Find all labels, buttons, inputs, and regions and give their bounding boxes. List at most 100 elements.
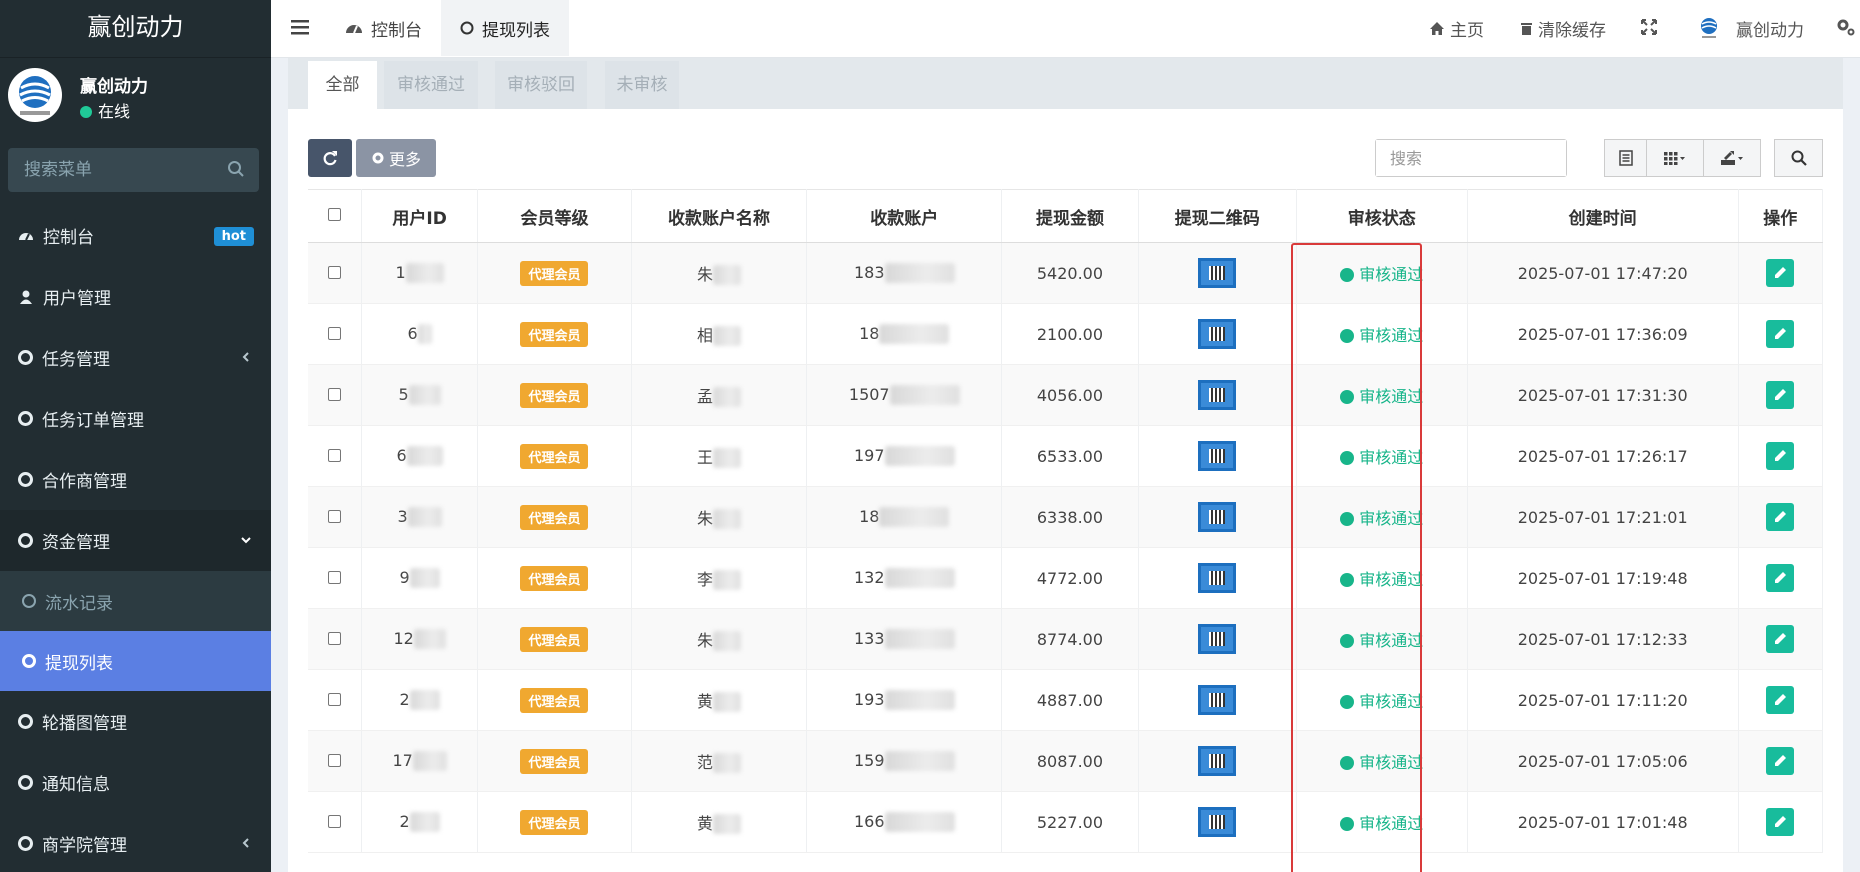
- account-menu[interactable]: 赢创动力: [1697, 0, 1804, 56]
- select-all-checkbox[interactable]: [327, 208, 341, 221]
- qr-code-icon[interactable]: [1198, 624, 1237, 654]
- user-id-cell: 6: [361, 303, 479, 365]
- circle-icon: [460, 21, 474, 35]
- refresh-button[interactable]: [308, 139, 352, 177]
- account-label: 赢创动力: [1736, 20, 1804, 41]
- user-id: 3: [397, 506, 408, 526]
- filter-pending[interactable]: 未审核: [605, 61, 679, 109]
- filter-all[interactable]: 全部: [308, 61, 377, 109]
- edit-button[interactable]: [1766, 625, 1795, 653]
- advanced-search-button[interactable]: [1774, 139, 1823, 177]
- table-row[interactable]: 6 代理会员 相 18 2100.00 审核通过 2025-07-01 17:36:09: [308, 303, 1824, 365]
- brand-title[interactable]: 赢创动力: [0, 0, 271, 58]
- table-row[interactable]: 5 代理会员 孟 1507 4056.00 审核通过 2025-07-01 17:31:30: [308, 364, 1824, 426]
- search-icon[interactable]: [227, 160, 245, 178]
- qr-code-icon[interactable]: [1198, 319, 1237, 349]
- status-badge: 审核通过: [1340, 570, 1423, 589]
- table-row[interactable]: 17 代理会员 范 159 8087.00 审核通过 2025-07-01 17:05:06: [308, 730, 1824, 792]
- col-member-level[interactable]: 会员等级: [477, 189, 632, 243]
- filter-approved[interactable]: 审核通过: [384, 61, 478, 109]
- edit-button[interactable]: [1766, 320, 1795, 348]
- edit-button[interactable]: [1766, 259, 1795, 287]
- table-row[interactable]: 2 代理会员 黄 193 4887.00 审核通过 2025-07-01 17:11:20: [308, 669, 1824, 731]
- table-row[interactable]: 12 代理会员 朱 133 8774.00 审核通过 2025-07-01 17:12:33: [308, 608, 1824, 670]
- qr-code-icon[interactable]: [1198, 441, 1237, 471]
- sidebar-item-transactions[interactable]: 流水记录: [0, 571, 271, 631]
- qr-code-icon[interactable]: [1198, 258, 1237, 288]
- search-input[interactable]: [1376, 140, 1566, 176]
- col-created[interactable]: 创建时间: [1467, 189, 1739, 243]
- home-link[interactable]: 主页: [1429, 0, 1484, 56]
- amount-cell: 6338.00: [1001, 486, 1139, 548]
- sidebar-item-task-orders[interactable]: 任务订单管理: [0, 388, 271, 449]
- row-checkbox[interactable]: [327, 753, 341, 767]
- tab-dashboard[interactable]: 控制台: [345, 0, 422, 56]
- account-cell: 1507: [806, 364, 1003, 426]
- filter-rejected[interactable]: 审核驳回: [495, 61, 587, 109]
- status-badge: 审核通过: [1340, 326, 1423, 345]
- sidebar-item-dashboard[interactable]: 控制台 hot: [0, 205, 271, 266]
- redacted-text: [712, 448, 741, 469]
- menu-search-input[interactable]: [8, 148, 208, 192]
- edit-button[interactable]: [1766, 503, 1795, 531]
- col-qr-code[interactable]: 提现二维码: [1138, 189, 1297, 243]
- col-user-id[interactable]: 用户ID: [361, 189, 479, 243]
- table-row[interactable]: 3 代理会员 朱 18 6338.00 审核通过 2025-07-01 17:21:01: [308, 486, 1824, 548]
- row-checkbox[interactable]: [327, 692, 341, 706]
- table-row[interactable]: 2 代理会员 黄 166 5227.00 审核通过 2025-07-01 17:01:48: [308, 791, 1824, 853]
- row-checkbox[interactable]: [327, 814, 341, 828]
- sidebar-item-academy[interactable]: 商学院管理: [0, 813, 271, 872]
- menu-toggle-icon[interactable]: [291, 18, 309, 36]
- pencil-icon: [1775, 389, 1787, 400]
- qr-code-icon[interactable]: [1198, 563, 1237, 593]
- col-status[interactable]: 审核状态: [1296, 189, 1468, 243]
- gears-icon[interactable]: [1836, 17, 1856, 37]
- account-cell: 132: [806, 547, 1003, 609]
- sidebar-item-tasks[interactable]: 任务管理: [0, 327, 271, 388]
- sidebar-item-users[interactable]: 用户管理: [0, 266, 271, 327]
- columns-button[interactable]: [1646, 139, 1704, 177]
- qr-code-icon[interactable]: [1198, 746, 1237, 776]
- qr-code-icon[interactable]: [1198, 807, 1237, 837]
- tab-withdrawals[interactable]: 提现列表: [441, 0, 569, 56]
- qr-code-icon[interactable]: [1198, 380, 1237, 410]
- col-amount[interactable]: 提现金额: [1001, 189, 1139, 243]
- sidebar-item-carousel[interactable]: 轮播图管理: [0, 691, 271, 752]
- table-row[interactable]: 9 代理会员 李 132 4772.00 审核通过 2025-07-01 17:19:48: [308, 547, 1824, 609]
- qr-code-icon[interactable]: [1198, 502, 1237, 532]
- qr-code-icon[interactable]: [1198, 685, 1237, 715]
- edit-button[interactable]: [1766, 442, 1795, 470]
- sidebar-item-funds[interactable]: 资金管理: [0, 510, 271, 571]
- col-account[interactable]: 收款账户: [806, 189, 1003, 243]
- row-checkbox[interactable]: [327, 631, 341, 645]
- redacted-text: [712, 265, 741, 286]
- export-button[interactable]: [1703, 139, 1761, 177]
- account-name-cell: 朱: [631, 486, 808, 548]
- qr-cell: [1138, 669, 1297, 731]
- row-checkbox[interactable]: [327, 387, 341, 401]
- sidebar-item-partners[interactable]: 合作商管理: [0, 449, 271, 510]
- circle-icon: [18, 836, 33, 851]
- clear-cache-link[interactable]: 清除缓存: [1520, 0, 1606, 56]
- edit-button[interactable]: [1766, 686, 1795, 714]
- edit-button[interactable]: [1766, 747, 1795, 775]
- qr-cell: [1138, 730, 1297, 792]
- edit-button[interactable]: [1766, 564, 1795, 592]
- actions-cell: [1738, 303, 1824, 365]
- col-account-name[interactable]: 收款账户名称: [631, 189, 808, 243]
- sidebar-item-notifications[interactable]: 通知信息: [0, 752, 271, 813]
- view-toggle-button[interactable]: [1604, 139, 1647, 177]
- user-id: 9: [399, 567, 410, 587]
- edit-button[interactable]: [1766, 381, 1795, 409]
- fullscreen-icon[interactable]: [1641, 19, 1657, 35]
- table-row[interactable]: 1 代理会员 朱 183 5420.00 审核通过 2025-07-01 17:47:20: [308, 242, 1824, 304]
- sidebar-item-withdrawals[interactable]: 提现列表: [0, 631, 271, 691]
- row-checkbox[interactable]: [327, 509, 341, 523]
- row-checkbox[interactable]: [327, 448, 341, 462]
- row-checkbox[interactable]: [327, 570, 341, 584]
- more-button[interactable]: 更多: [356, 139, 436, 177]
- edit-button[interactable]: [1766, 808, 1795, 836]
- row-checkbox[interactable]: [327, 326, 341, 340]
- table-row[interactable]: 6 代理会员 王 197 6533.00 审核通过 2025-07-01 17:26:17: [308, 425, 1824, 487]
- row-checkbox[interactable]: [327, 265, 341, 279]
